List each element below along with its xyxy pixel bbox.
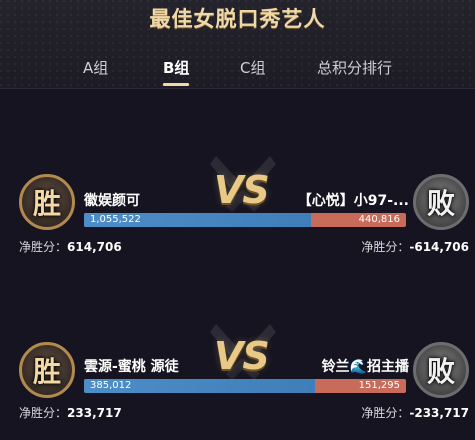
left-net-score: 净胜分：233,717	[19, 404, 122, 421]
lose-badge: 败	[426, 187, 455, 220]
right-votes: 440,816	[358, 214, 400, 225]
right-contestant-name[interactable]: 铃兰🌊招主播	[322, 356, 409, 376]
vs-label: VS	[214, 168, 270, 212]
net-score-label: 净胜分：	[19, 240, 68, 254]
tab-group-c[interactable]: C组	[240, 57, 265, 78]
right-net-score: 净胜分：-614,706	[361, 238, 469, 255]
left-net-score: 净胜分：614,706	[19, 238, 122, 255]
net-score-value: -614,706	[409, 240, 469, 254]
active-tab-indicator	[163, 83, 189, 86]
avatar-loser[interactable]: 败	[413, 342, 469, 398]
match-card: VS 胜 徽娱颜可 败 【心悦】小97-... 1,055,522 440,81…	[0, 150, 475, 260]
match-card: VS 胜 雲源-蜜桃 源徒 败 铃兰🌊招主播 385,012 151,295 净…	[0, 318, 475, 428]
tab-total-ranking[interactable]: 总积分排行	[317, 57, 392, 78]
right-net-score: 净胜分：-233,717	[361, 404, 469, 421]
group-tabs: A组 B组 C组 总积分排行	[0, 57, 475, 87]
left-votes: 1,055,522	[90, 214, 141, 225]
right-contestant-name[interactable]: 【心悦】小97-...	[298, 190, 409, 210]
vs-label: VS	[214, 334, 270, 378]
win-badge: 胜	[32, 355, 61, 388]
win-badge: 胜	[32, 187, 61, 220]
right-votes: 151,295	[358, 380, 400, 391]
avatar-winner[interactable]: 胜	[19, 342, 75, 398]
net-score-value: 233,717	[67, 406, 122, 420]
left-contestant-name[interactable]: 徽娱颜可	[84, 190, 140, 210]
vote-bar: 1,055,522 440,816	[84, 213, 406, 227]
header: 最佳女脱口秀艺人 A组 B组 C组 总积分排行	[0, 0, 475, 89]
net-score-label: 净胜分：	[19, 406, 68, 420]
tab-group-b[interactable]: B组	[163, 57, 189, 78]
vote-bar: 385,012 151,295	[84, 379, 406, 393]
avatar-winner[interactable]: 胜	[19, 174, 75, 230]
avatar-loser[interactable]: 败	[413, 174, 469, 230]
lose-badge: 败	[426, 355, 455, 388]
net-score-value: 614,706	[67, 240, 122, 254]
left-votes: 385,012	[90, 380, 132, 391]
net-score-label: 净胜分：	[361, 406, 410, 420]
net-score-label: 净胜分：	[361, 240, 410, 254]
left-contestant-name[interactable]: 雲源-蜜桃 源徒	[84, 356, 179, 376]
tab-group-a[interactable]: A组	[83, 57, 108, 78]
net-score-value: -233,717	[409, 406, 469, 420]
page-title: 最佳女脱口秀艺人	[149, 7, 326, 31]
